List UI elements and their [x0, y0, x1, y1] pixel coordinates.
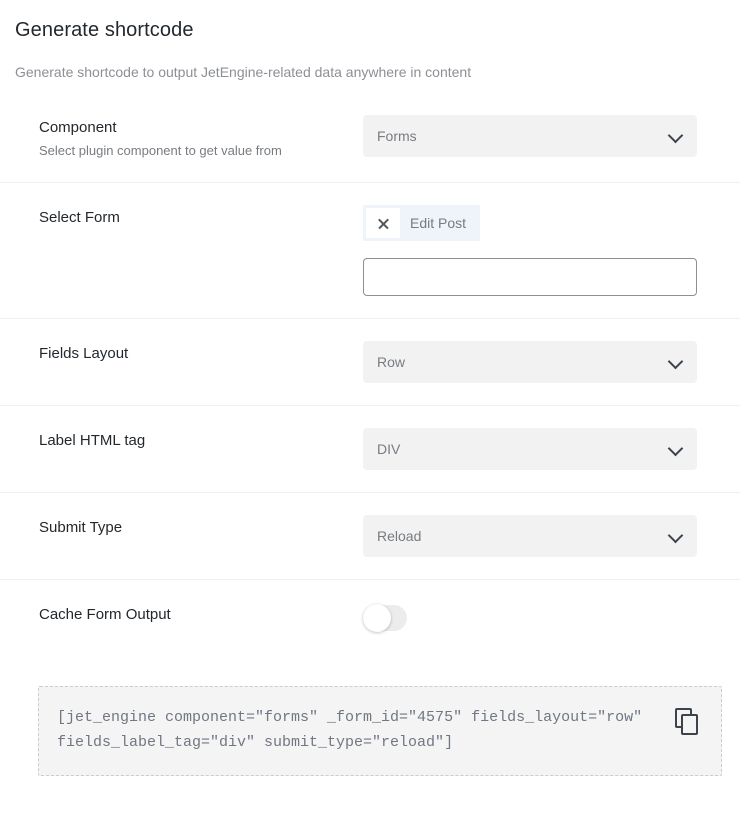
chevron-down-icon: [669, 442, 683, 456]
row-component-control: Forms: [363, 115, 726, 157]
generate-shortcode-panel: Generate shortcode Generate shortcode to…: [0, 0, 740, 840]
row-fields-layout-label: Fields Layout: [39, 345, 129, 362]
row-label-html-tag-control: DIV: [363, 428, 726, 470]
submit-type-select-value: Reload: [377, 528, 422, 544]
row-fields-layout-label-group: Fields Layout: [14, 341, 363, 364]
row-fields-layout: Fields Layout Row: [0, 318, 740, 405]
row-component-description: Select plugin component to get value fro…: [39, 143, 282, 158]
chevron-down-icon: [669, 129, 683, 143]
cache-form-output-toggle[interactable]: [363, 604, 407, 632]
chevron-down-icon: [669, 355, 683, 369]
row-select-form-control: Edit Post: [363, 205, 726, 296]
settings-form: Component Select plugin component to get…: [0, 109, 740, 653]
row-cache-form-output-label-group: Cache Form Output: [14, 602, 363, 625]
form-search-input[interactable]: [363, 258, 697, 296]
label-html-tag-select-value: DIV: [377, 441, 401, 457]
row-label-html-tag-label: Label HTML tag: [39, 432, 146, 449]
row-fields-layout-control: Row: [363, 341, 726, 383]
panel-header: Generate shortcode Generate shortcode to…: [0, 0, 740, 82]
selected-form-chip-label: Edit Post: [410, 215, 467, 231]
row-select-form-label: Select Form: [39, 209, 120, 226]
row-cache-form-output-control: [363, 602, 726, 632]
selected-form-chip[interactable]: Edit Post: [363, 205, 481, 241]
page-subtitle: Generate shortcode to output JetEngine-r…: [15, 64, 472, 80]
row-component-label: Component: [39, 119, 117, 136]
row-cache-form-output: Cache Form Output: [0, 579, 740, 653]
row-submit-type-label: Submit Type: [39, 519, 123, 536]
toggle-knob: [363, 604, 391, 632]
shortcode-output-text: [jet_engine component="forms" _form_id="…: [57, 709, 652, 751]
copy-icon[interactable]: [675, 708, 701, 736]
close-icon[interactable]: [366, 208, 400, 238]
row-submit-type-control: Reload: [363, 515, 726, 557]
label-html-tag-select[interactable]: DIV: [363, 428, 697, 470]
component-select[interactable]: Forms: [363, 115, 697, 157]
shortcode-output-box: [jet_engine component="forms" _form_id="…: [38, 686, 722, 776]
row-label-html-tag: Label HTML tag DIV: [0, 405, 740, 492]
row-component-label-group: Component Select plugin component to get…: [14, 115, 363, 160]
row-select-form: Select Form Edit Post: [0, 182, 740, 318]
fields-layout-select-value: Row: [377, 354, 406, 370]
submit-type-select[interactable]: Reload: [363, 515, 697, 557]
component-select-value: Forms: [377, 128, 417, 144]
row-submit-type-label-group: Submit Type: [14, 515, 363, 538]
row-cache-form-output-label: Cache Form Output: [39, 606, 171, 623]
fields-layout-select[interactable]: Row: [363, 341, 697, 383]
row-label-html-tag-label-group: Label HTML tag: [14, 428, 363, 451]
row-select-form-label-group: Select Form: [14, 205, 363, 228]
page-title: Generate shortcode: [15, 19, 194, 41]
selected-forms-list: Edit Post: [363, 205, 721, 241]
row-submit-type: Submit Type Reload: [0, 492, 740, 579]
row-component: Component Select plugin component to get…: [0, 109, 740, 182]
chevron-down-icon: [669, 529, 683, 543]
